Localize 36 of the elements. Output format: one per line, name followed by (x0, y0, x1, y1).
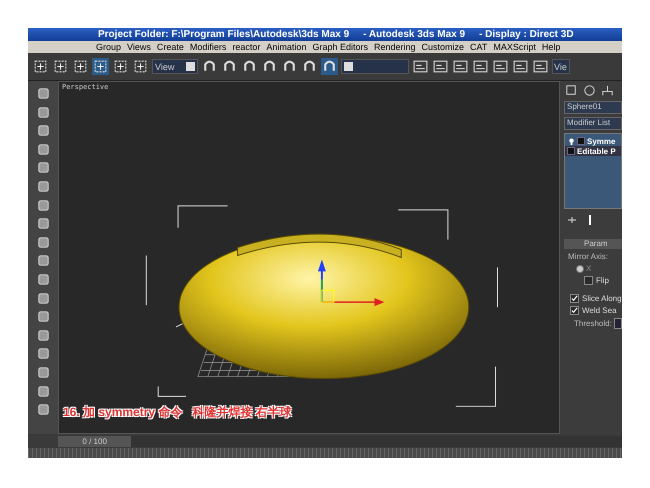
menu-item[interactable]: Views (127, 42, 151, 52)
menu-item[interactable]: Animation (266, 42, 306, 52)
option-checkbox[interactable]: Weld Sea (564, 306, 622, 315)
option-checkbox[interactable]: Flip (564, 276, 622, 285)
rollout-header[interactable]: Param (564, 239, 622, 249)
menu-item[interactable]: Help (542, 42, 560, 52)
utility-icon[interactable] (582, 83, 597, 98)
window-title: Project Folder: F:\Program Files\Autodesk\3ds Max 9 (98, 29, 350, 40)
threshold-label: Threshold: (574, 319, 612, 328)
modifier-list-dropdown[interactable]: Modifier List (564, 117, 622, 130)
mirror-axis-label: Mirror Axis: (568, 252, 609, 261)
threshold-field[interactable] (614, 318, 622, 329)
stack-item[interactable]: Symme (565, 136, 621, 146)
window-title: - Autodesk 3ds Max 9 (363, 29, 466, 40)
light-bulb-icon[interactable] (568, 138, 575, 144)
object-name-field[interactable]: Sphere01 (564, 101, 622, 114)
menu-item[interactable]: Customize (422, 42, 464, 52)
caption-text: 16. 加 symmetry 命令 科隆并焊接 右半球 (63, 404, 292, 421)
window-title: - Display : Direct 3D (479, 29, 574, 40)
transform-gizmo-icon (318, 259, 384, 306)
selection-set-dropdown[interactable] (341, 59, 409, 74)
menu-item[interactable]: Modifiers (190, 42, 226, 52)
menu-item[interactable]: MAXScript (493, 42, 536, 52)
reference-dropdown[interactable]: View (152, 59, 198, 74)
menu-item[interactable]: Group (96, 42, 122, 52)
time-slider-track[interactable]: 0 / 100 (58, 436, 622, 446)
menu-item[interactable]: CAT (470, 42, 488, 52)
menu-item[interactable]: reactor (232, 42, 260, 52)
menu-item[interactable]: Create (156, 42, 184, 52)
menu-item[interactable]: Graph Editors (312, 42, 368, 52)
menu-item[interactable]: Rendering (374, 42, 416, 52)
layout-field[interactable]: Vie (552, 59, 570, 74)
stack-item[interactable]: Editable P (565, 146, 621, 156)
time-slider[interactable]: 0 / 100 (58, 436, 132, 446)
option-checkbox[interactable]: Slice Along (564, 294, 622, 303)
hierarchy-icon[interactable] (600, 83, 615, 98)
